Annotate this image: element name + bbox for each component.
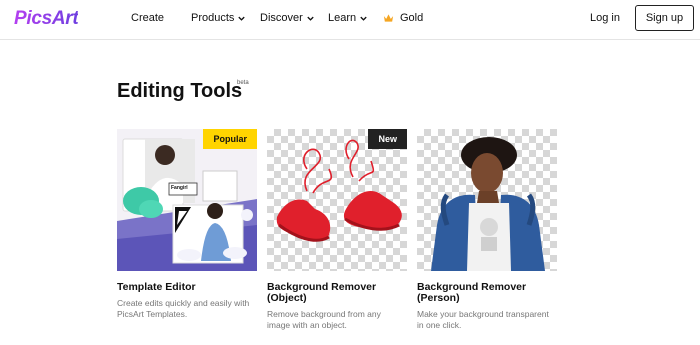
card-description-background-remover-object: Remove background from any image with an… <box>267 309 381 330</box>
nav-discover[interactable]: Discover <box>260 12 315 24</box>
background-remover-object-thumbnail[interactable]: New <box>267 129 407 271</box>
nav-create[interactable]: Create <box>131 12 164 24</box>
background-remover-person-thumbnail[interactable] <box>417 129 557 271</box>
new-badge: New <box>368 129 407 149</box>
card-description-template-editor: Create edits quickly and easily with Pic… <box>117 298 250 319</box>
card-title-background-remover-object[interactable]: Background Remover (Object) <box>267 282 407 304</box>
picsart-logo[interactable]: PicsArt <box>14 8 79 30</box>
card-description-background-remover-person: Make your background transparent in one … <box>417 309 549 330</box>
chevron-down-icon <box>360 16 367 21</box>
login-link[interactable]: Log in <box>590 12 620 24</box>
template-editor-thumbnail[interactable]: Fangirl Popular <box>117 129 257 271</box>
nav-products-label: Products <box>191 12 235 24</box>
section-title: Editing Tools <box>117 80 243 102</box>
nav-gold[interactable]: Gold <box>383 12 423 24</box>
person-cutout-image <box>431 137 545 271</box>
tool-card-background-remover-person[interactable]: Background Remover (Person) Make your ba… <box>417 129 557 331</box>
nav-create-label: Create <box>131 12 165 24</box>
nav-products[interactable]: Products <box>191 12 246 24</box>
nav-learn[interactable]: Learn <box>328 12 368 24</box>
signup-button[interactable]: Sign up <box>635 5 694 31</box>
nav-gold-label: Gold <box>400 12 424 24</box>
tool-card-background-remover-object[interactable]: New Background Remover (Object) Remove b… <box>267 129 407 331</box>
red-sneakers-image <box>276 139 402 242</box>
nav-learn-label: Learn <box>328 12 357 24</box>
top-nav-bar: PicsArt Create Products Discover Learn G… <box>0 0 700 40</box>
card-title-background-remover-person[interactable]: Background Remover (Person) <box>417 282 557 304</box>
chevron-down-icon <box>238 16 246 21</box>
popular-badge: Popular <box>203 129 257 149</box>
template-collage-image <box>117 138 257 271</box>
tool-card-template-editor[interactable]: Fangirl Popular Template Editor Create e… <box>117 129 257 320</box>
nav-discover-label: Discover <box>260 12 303 24</box>
crown-icon <box>383 14 394 22</box>
chevron-down-icon <box>307 16 314 21</box>
card-title-template-editor[interactable]: Template Editor <box>117 282 257 293</box>
beta-label: beta <box>237 80 249 86</box>
fangirl-text: Fangirl <box>171 185 188 191</box>
